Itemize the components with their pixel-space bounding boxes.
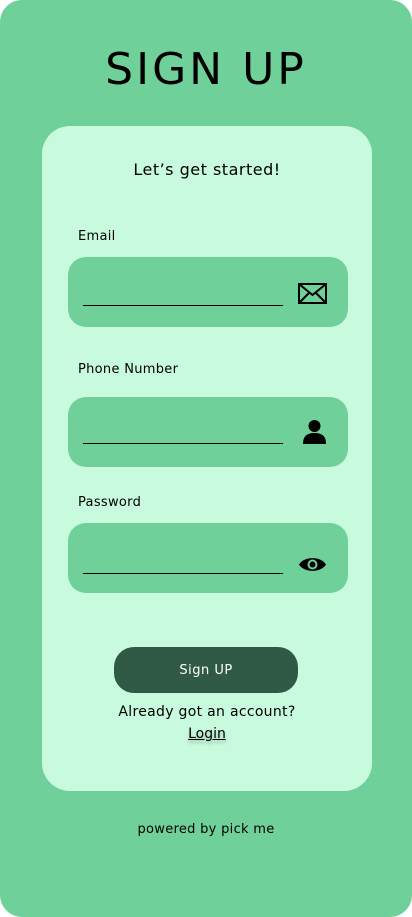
app-screen: SIGN UP Let’s get started! Email Phone N…: [0, 0, 412, 917]
email-input[interactable]: [83, 283, 283, 306]
login-link[interactable]: Login: [42, 726, 372, 742]
password-input[interactable]: [83, 551, 283, 574]
eye-icon[interactable]: [298, 555, 327, 578]
password-label: Password: [78, 495, 142, 510]
footer-text: powered by pick me: [137, 822, 275, 837]
user-icon: [302, 419, 327, 448]
envelope-icon: [298, 283, 327, 308]
email-label: Email: [78, 229, 116, 244]
signup-card: Let’s get started! Email Phone Number Pa…: [42, 126, 372, 791]
sign-up-button[interactable]: Sign UP: [114, 647, 298, 693]
password-field-box[interactable]: [68, 523, 348, 593]
tagline: Let’s get started!: [133, 160, 281, 179]
page-title: SIGN UP: [105, 44, 307, 95]
phone-field-box[interactable]: [68, 397, 348, 467]
phone-label: Phone Number: [78, 362, 179, 377]
phone-input[interactable]: [83, 421, 283, 444]
already-account-text: Already got an account?: [118, 704, 296, 720]
email-field-box[interactable]: [68, 257, 348, 327]
